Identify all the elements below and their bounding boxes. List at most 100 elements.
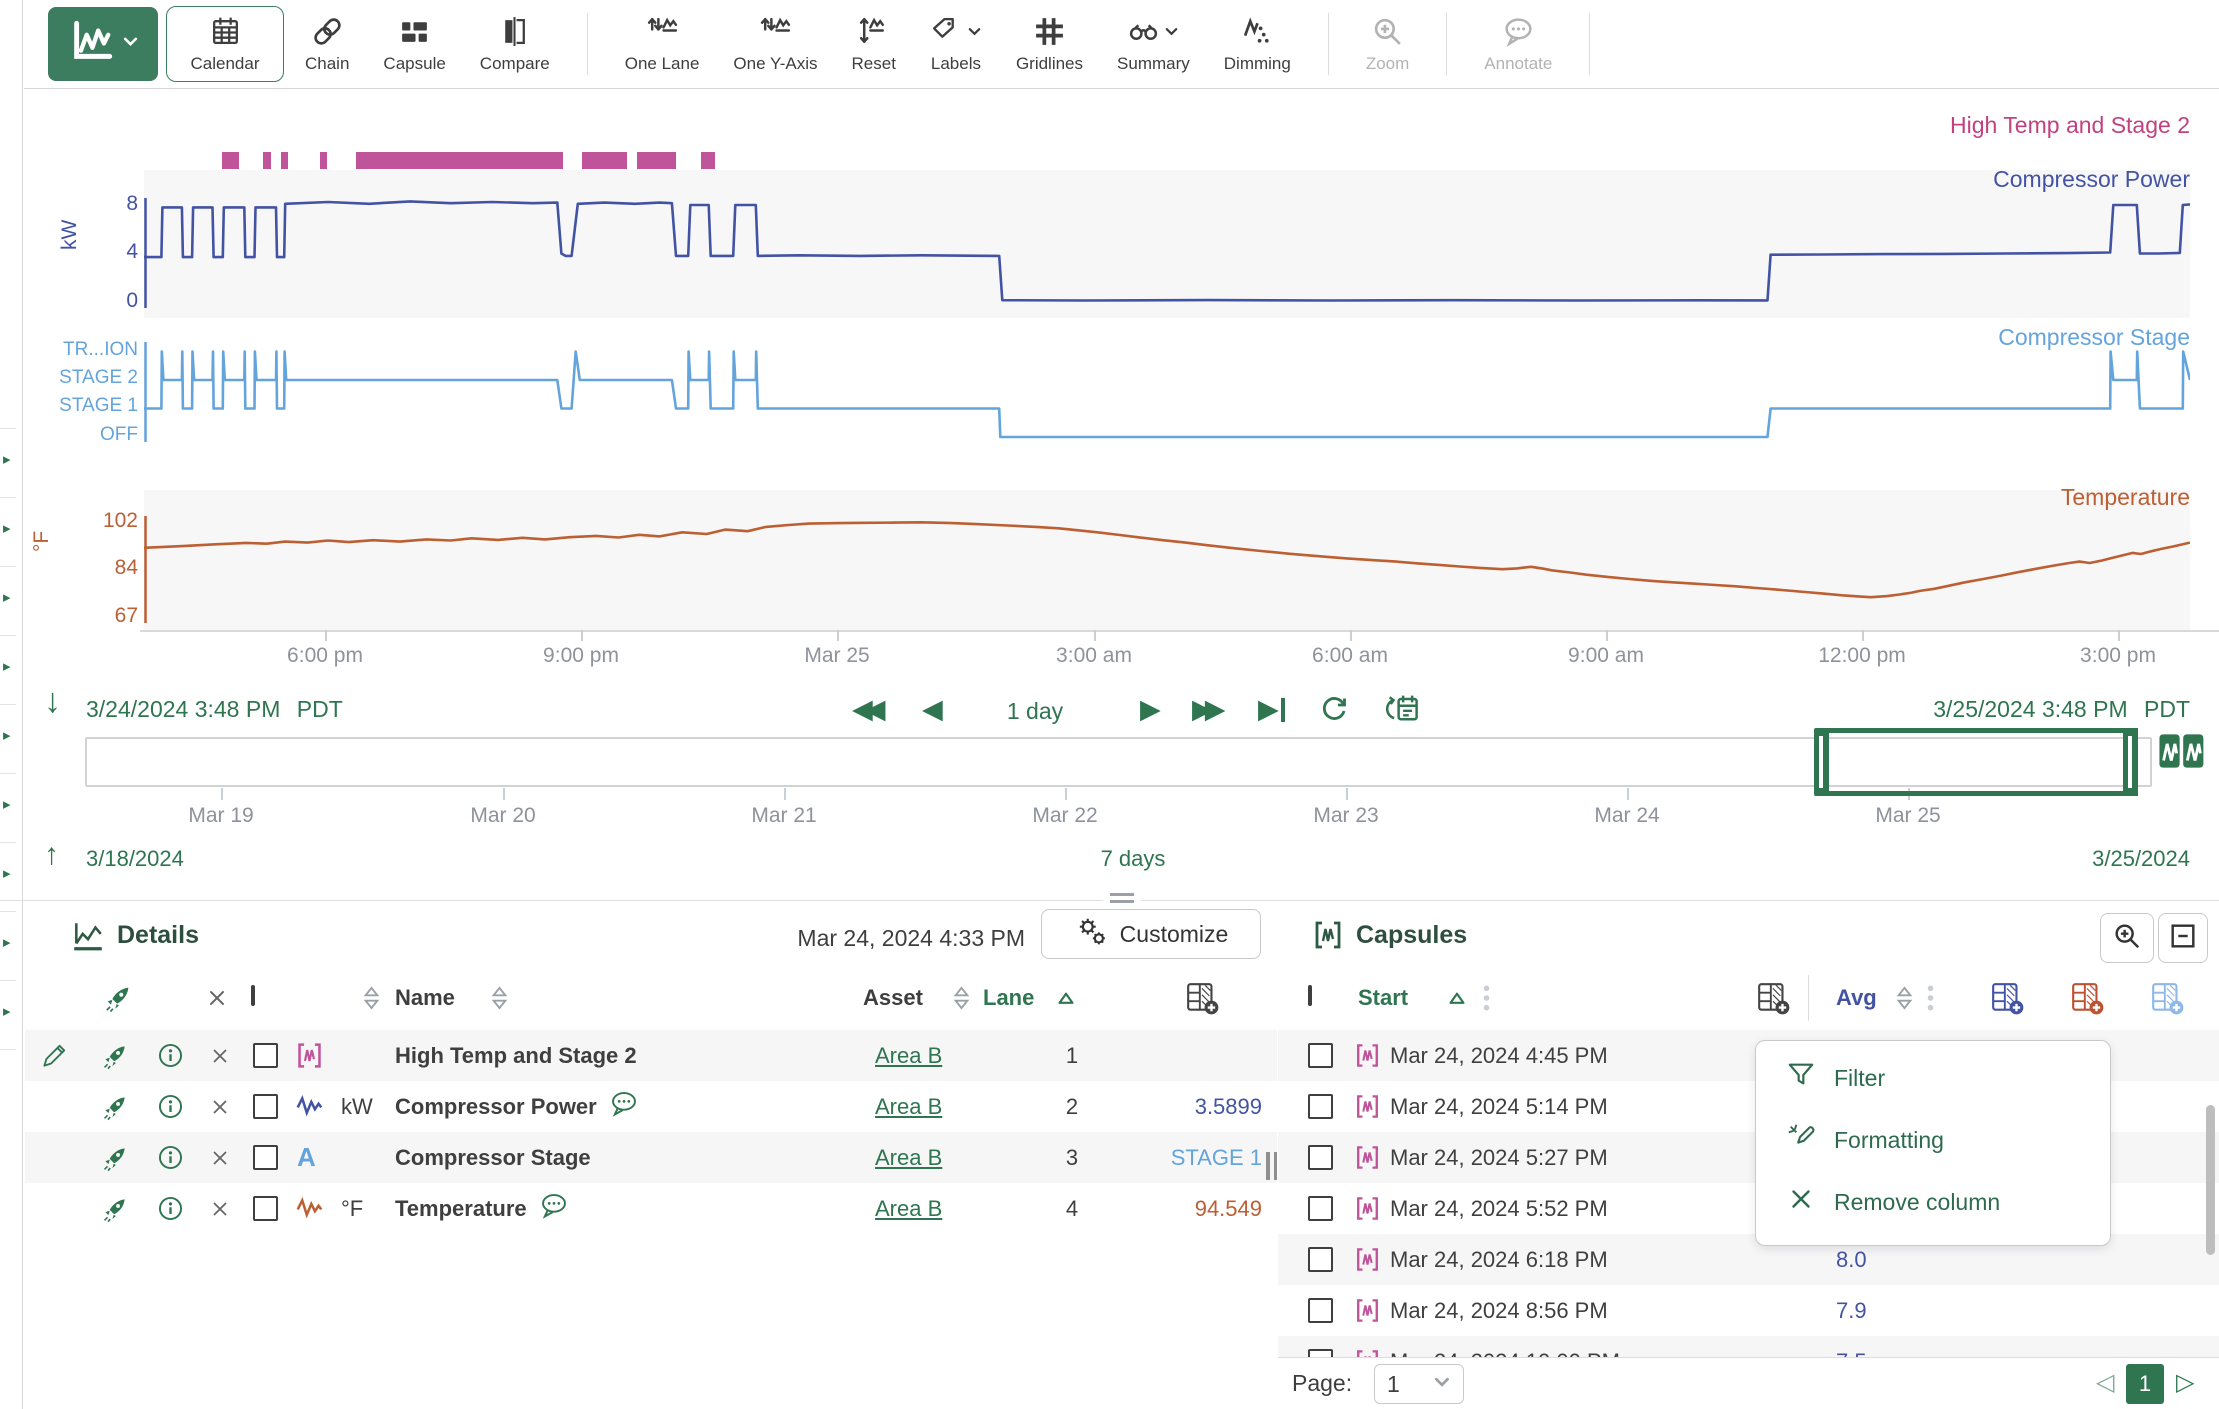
toolbar-button-dimming[interactable]: Dimming xyxy=(1211,6,1304,82)
row-checkbox[interactable] xyxy=(1308,1132,1333,1183)
asset-link-text[interactable]: Area B xyxy=(875,1196,942,1222)
capsules-scrollbar[interactable] xyxy=(2206,1105,2215,1255)
range-start[interactable]: 3/24/2024 3:48 PM PDT xyxy=(86,696,343,723)
sort-icon[interactable] xyxy=(491,965,508,1030)
vertical-drag-handle[interactable] xyxy=(1266,1152,1277,1180)
toolbar-button-labels[interactable]: Labels xyxy=(917,6,995,82)
sort-icon[interactable] xyxy=(363,965,380,1030)
capsule-bar[interactable] xyxy=(263,152,271,169)
asset-link[interactable]: Area B xyxy=(875,1030,942,1081)
capsule-bar[interactable] xyxy=(701,152,715,169)
step-back-button[interactable]: ◀ xyxy=(922,694,943,725)
info-icon[interactable] xyxy=(157,1030,184,1081)
add-column-icon[interactable] xyxy=(1756,965,1792,1030)
capsule-bar[interactable] xyxy=(320,152,327,169)
asset-link-text[interactable]: Area B xyxy=(875,1043,942,1069)
capsules-collapse-button[interactable] xyxy=(2158,913,2208,963)
toolbar-button-one-lane[interactable]: One Lane xyxy=(612,6,713,82)
remove-icon[interactable] xyxy=(209,1183,231,1234)
signal-name[interactable]: Temperature xyxy=(395,1183,569,1234)
column-menu-icon[interactable] xyxy=(1926,965,1935,1030)
investigate-duration[interactable]: 7 days xyxy=(1101,846,1166,872)
comment-icon[interactable] xyxy=(539,1192,569,1225)
rocket-icon[interactable] xyxy=(101,1183,129,1234)
overview-capsules-icon[interactable] xyxy=(2158,732,2206,775)
rail-expand-icon[interactable]: ▸ xyxy=(3,864,11,882)
sort-icon[interactable] xyxy=(953,965,970,1030)
toolbar-button-zoom[interactable]: Zoom xyxy=(1353,6,1422,82)
asset-link-text[interactable]: Area B xyxy=(875,1145,942,1171)
asset-link[interactable]: Area B xyxy=(875,1183,942,1234)
rail-expand-icon[interactable]: ▸ xyxy=(3,933,11,951)
details-col-lane[interactable]: Lane xyxy=(983,965,1034,1030)
sort-icon[interactable] xyxy=(1896,965,1913,1030)
rail-expand-icon[interactable]: ▸ xyxy=(3,1002,11,1020)
row-checkbox[interactable] xyxy=(253,1081,278,1132)
details-row[interactable]: ACompressor StageArea B3STAGE 1 xyxy=(25,1132,1277,1183)
duration-button[interactable]: 1 day xyxy=(980,698,1090,725)
overview-selection[interactable] xyxy=(1822,728,2138,796)
page-prev-button[interactable]: ◁ xyxy=(2096,1368,2114,1397)
range-start-tz[interactable]: PDT xyxy=(297,696,343,722)
sort-asc-icon[interactable] xyxy=(1057,965,1075,1030)
customize-button[interactable]: Customize xyxy=(1041,909,1261,959)
toolbar-button-summary[interactable]: Summary xyxy=(1104,6,1203,82)
details-row[interactable]: kWCompressor PowerArea B23.5899 xyxy=(25,1081,1277,1132)
row-checkbox[interactable] xyxy=(253,1132,278,1183)
lane-label-2[interactable]: Compressor Stage xyxy=(1998,324,2190,351)
column-menu-icon[interactable] xyxy=(1482,965,1491,1030)
add-column-icon[interactable] xyxy=(1185,965,1221,1030)
signal-name[interactable]: Compressor Stage xyxy=(395,1132,591,1183)
overview-selection-handle-left[interactable] xyxy=(1814,728,1829,796)
rail-expand-icon[interactable]: ▸ xyxy=(3,657,11,675)
row-checkbox[interactable] xyxy=(1308,1285,1333,1336)
rocket-icon[interactable] xyxy=(101,1132,129,1183)
remove-icon[interactable] xyxy=(209,1081,231,1132)
info-icon[interactable] xyxy=(157,1081,184,1132)
row-checkbox[interactable] xyxy=(1308,1234,1333,1285)
rail-expand-icon[interactable]: ▸ xyxy=(3,519,11,537)
lane-label-1[interactable]: Compressor Power xyxy=(1993,166,2190,193)
sort-asc-icon[interactable] xyxy=(1448,965,1466,1030)
capsule-bar[interactable] xyxy=(356,152,563,169)
investigate-start[interactable]: 3/18/2024 xyxy=(86,846,184,872)
rocket-icon[interactable] xyxy=(101,1081,129,1132)
details-row[interactable]: °FTemperatureArea B494.549 xyxy=(25,1183,1277,1234)
add-column-icon[interactable] xyxy=(1990,965,2026,1030)
capsules-col-start[interactable]: Start xyxy=(1358,965,1408,1030)
range-end-tz[interactable]: PDT xyxy=(2144,696,2190,722)
capsule-row[interactable]: Mar 24, 2024 8:56 PM7.9 xyxy=(1278,1285,2219,1336)
details-row[interactable]: High Temp and Stage 2Area B1 xyxy=(25,1030,1277,1081)
row-checkbox[interactable] xyxy=(1308,1081,1333,1132)
toolbar-button-chain[interactable]: Chain xyxy=(292,6,362,82)
row-checkbox[interactable] xyxy=(1308,1030,1333,1081)
step-to-end-button[interactable]: ▶ xyxy=(1258,694,1285,725)
rocket-icon[interactable] xyxy=(103,965,133,1030)
remove-all-icon[interactable] xyxy=(205,965,229,1030)
investigate-up-arrow-icon[interactable]: ↑ xyxy=(44,838,59,872)
worksheet-view-button[interactable] xyxy=(48,7,158,81)
page-select[interactable]: 1 xyxy=(1374,1364,1464,1404)
edit-icon[interactable] xyxy=(41,1030,68,1081)
page-current[interactable]: 1 xyxy=(2126,1364,2164,1404)
asset-link[interactable]: Area B xyxy=(875,1081,942,1132)
range-end[interactable]: 3/25/2024 3:48 PM PDT xyxy=(1933,696,2190,723)
add-column-icon[interactable] xyxy=(2070,965,2106,1030)
step-forward-large-button[interactable]: ▶▶ xyxy=(1192,694,1218,725)
toolbar-button-one-y-axis[interactable]: One Y-Axis xyxy=(720,6,830,82)
remove-icon[interactable] xyxy=(209,1132,231,1183)
capsule-bar[interactable] xyxy=(281,152,288,169)
row-checkbox[interactable] xyxy=(1308,1336,1333,1357)
capsule-bar[interactable] xyxy=(582,152,627,169)
row-checkbox[interactable] xyxy=(253,1183,278,1234)
toolbar-button-compare[interactable]: Compare xyxy=(467,6,563,82)
investigate-end[interactable]: 3/25/2024 xyxy=(2092,846,2190,872)
menu-item-remove-column[interactable]: Remove column xyxy=(1756,1171,2110,1233)
select-all-checkbox[interactable] xyxy=(251,987,255,1005)
toolbar-button-capsule[interactable]: Capsule xyxy=(370,6,458,82)
range-end-text[interactable]: 3/25/2024 3:48 PM xyxy=(1933,696,2127,722)
comment-icon[interactable] xyxy=(609,1090,639,1123)
lane-label-3[interactable]: Temperature xyxy=(2061,484,2190,511)
page-next-button[interactable]: ▷ xyxy=(2176,1368,2194,1397)
condition-label[interactable]: High Temp and Stage 2 xyxy=(1950,112,2190,139)
